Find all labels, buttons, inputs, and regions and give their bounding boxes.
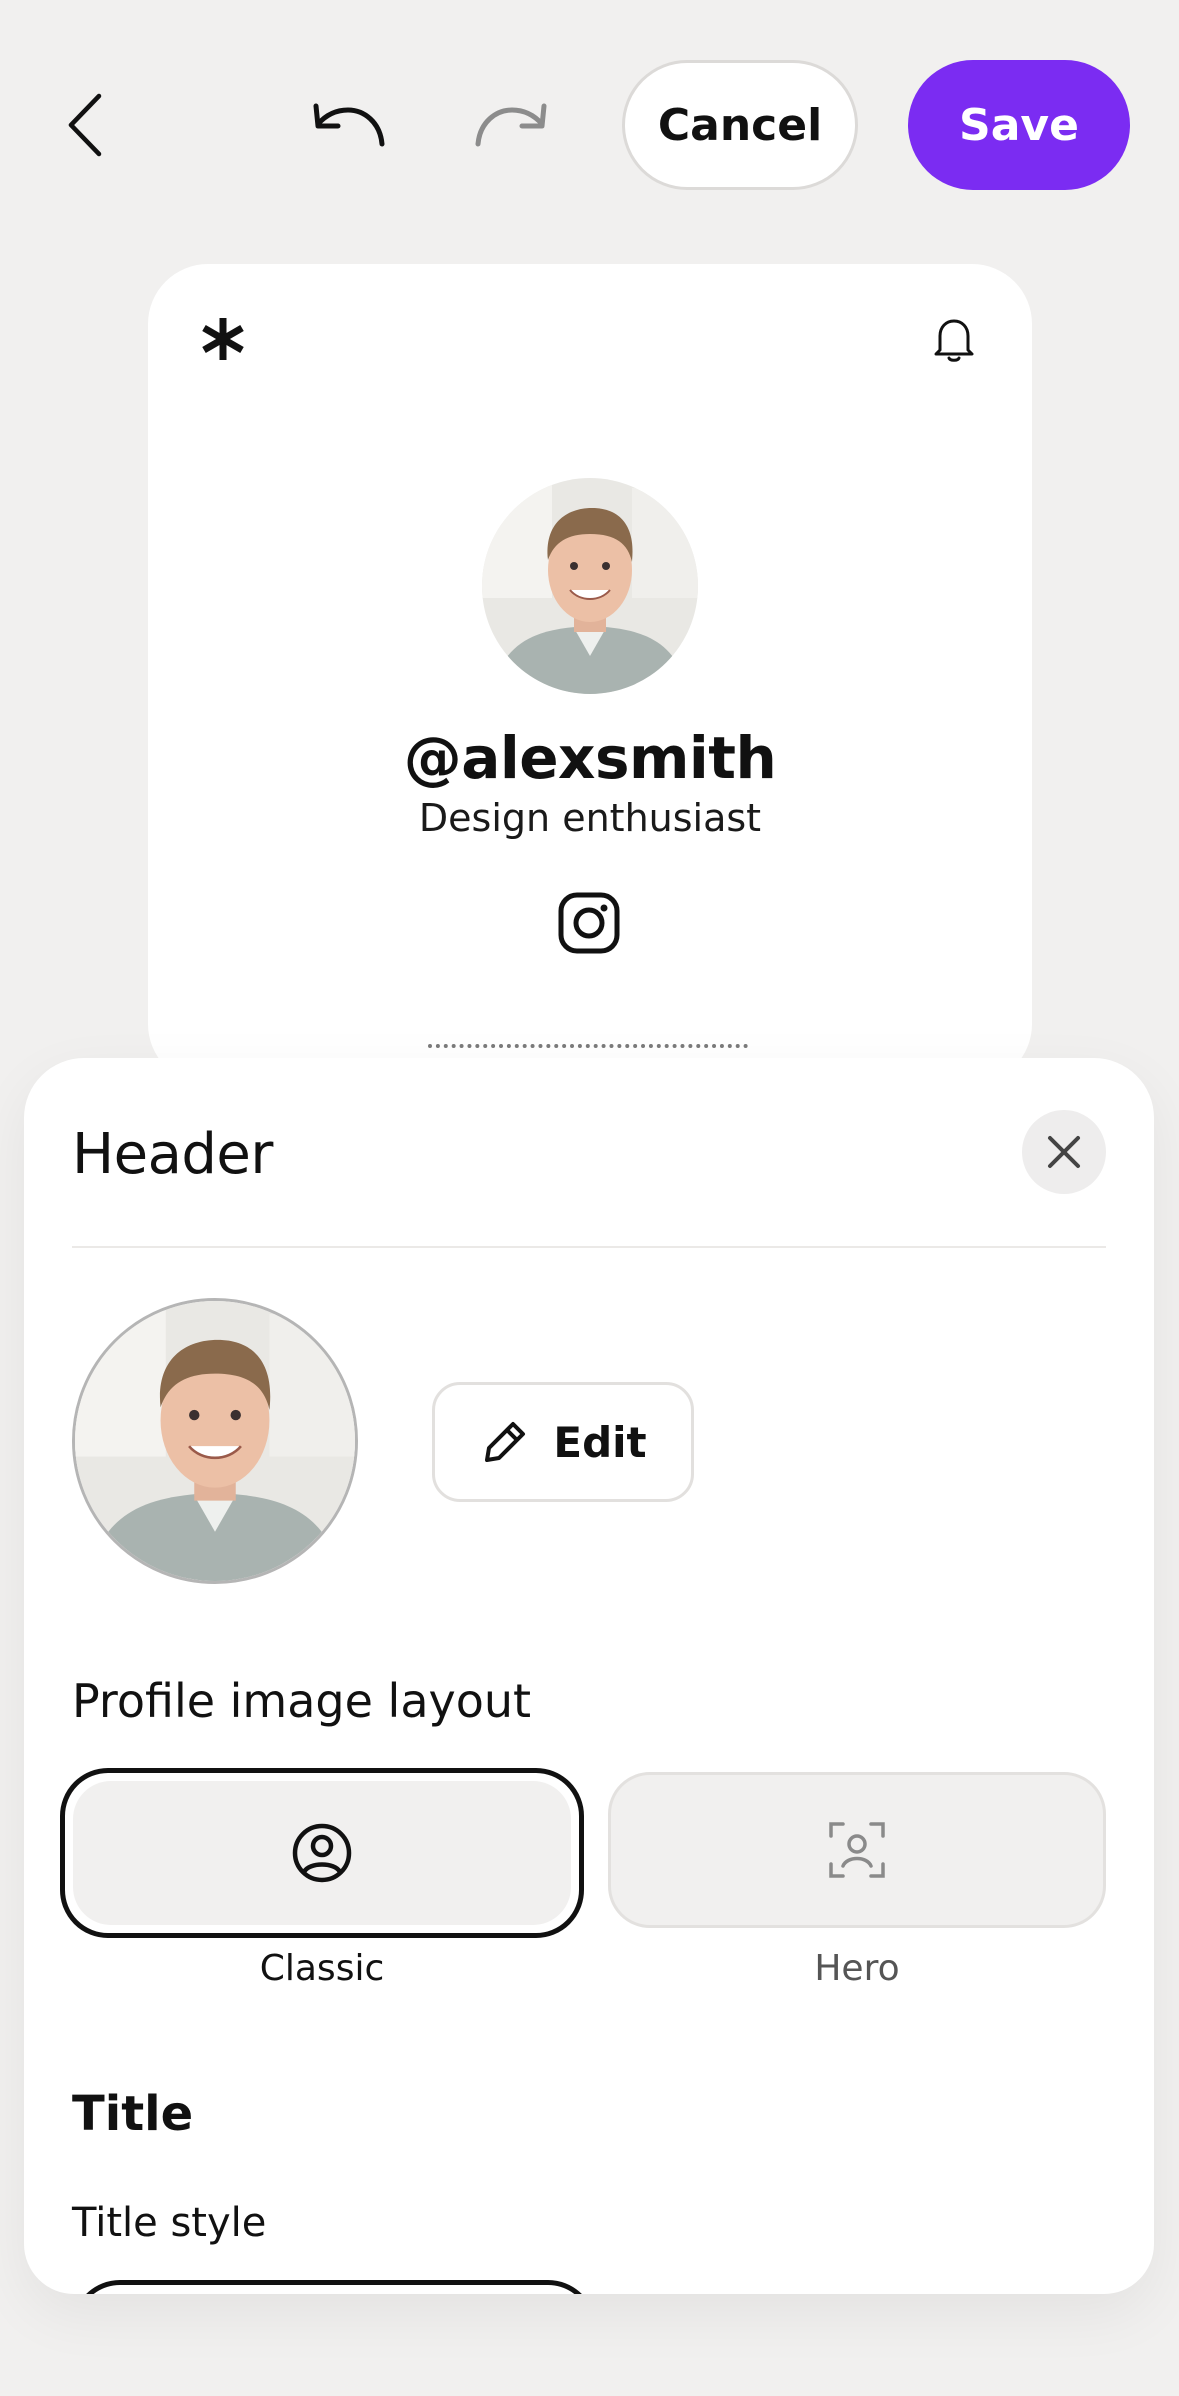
- close-button[interactable]: [1022, 1110, 1106, 1194]
- layout-caption-hero: Hero: [814, 1948, 900, 1989]
- redo-button[interactable]: [460, 90, 560, 160]
- layout-option-hero[interactable]: [608, 1772, 1106, 1928]
- bell-icon[interactable]: [932, 316, 976, 364]
- cancel-button[interactable]: Cancel: [622, 60, 858, 190]
- sheet-title: Header: [72, 1122, 273, 1187]
- pencil-icon: [485, 1422, 526, 1462]
- profile-image[interactable]: [72, 1298, 358, 1584]
- title-section-heading: Title: [72, 2086, 194, 2142]
- edit-label: Edit: [553, 1417, 647, 1467]
- edit-image-button[interactable]: Edit: [432, 1382, 694, 1502]
- preview-overflow-content: [428, 1044, 748, 1056]
- profile-bio: Design enthusiast: [418, 796, 762, 840]
- user-focus-icon: [829, 1822, 885, 1878]
- divider: [72, 1246, 1106, 1248]
- layout-caption-classic: Classic: [259, 1948, 385, 1989]
- profile-image-layout-label: Profile image layout: [72, 1674, 532, 1728]
- page: Cancel Save @alexsmith Design enthusiast…: [0, 0, 1179, 2396]
- close-icon: [1048, 1136, 1080, 1168]
- redo-icon: [475, 103, 547, 147]
- asterisk-logo-icon: [202, 318, 244, 360]
- profile-handle: @alexsmith: [403, 724, 777, 792]
- chevron-left-icon: [68, 93, 102, 157]
- title-style-label: Title style: [72, 2200, 267, 2246]
- undo-button[interactable]: [300, 90, 400, 160]
- back-button[interactable]: [50, 80, 120, 170]
- title-style-option-selected[interactable]: [72, 2280, 596, 2294]
- user-circle-icon: [292, 1823, 352, 1883]
- avatar: [482, 478, 698, 694]
- header-settings-sheet: Header Edit Profile image layout Classic…: [24, 1058, 1154, 2294]
- save-button[interactable]: Save: [908, 60, 1130, 190]
- profile-preview-card: @alexsmith Design enthusiast: [148, 264, 1032, 1084]
- undo-icon: [313, 103, 385, 147]
- layout-option-classic[interactable]: [60, 1768, 584, 1938]
- top-toolbar: Cancel Save: [0, 0, 1179, 250]
- instagram-icon[interactable]: [556, 890, 622, 956]
